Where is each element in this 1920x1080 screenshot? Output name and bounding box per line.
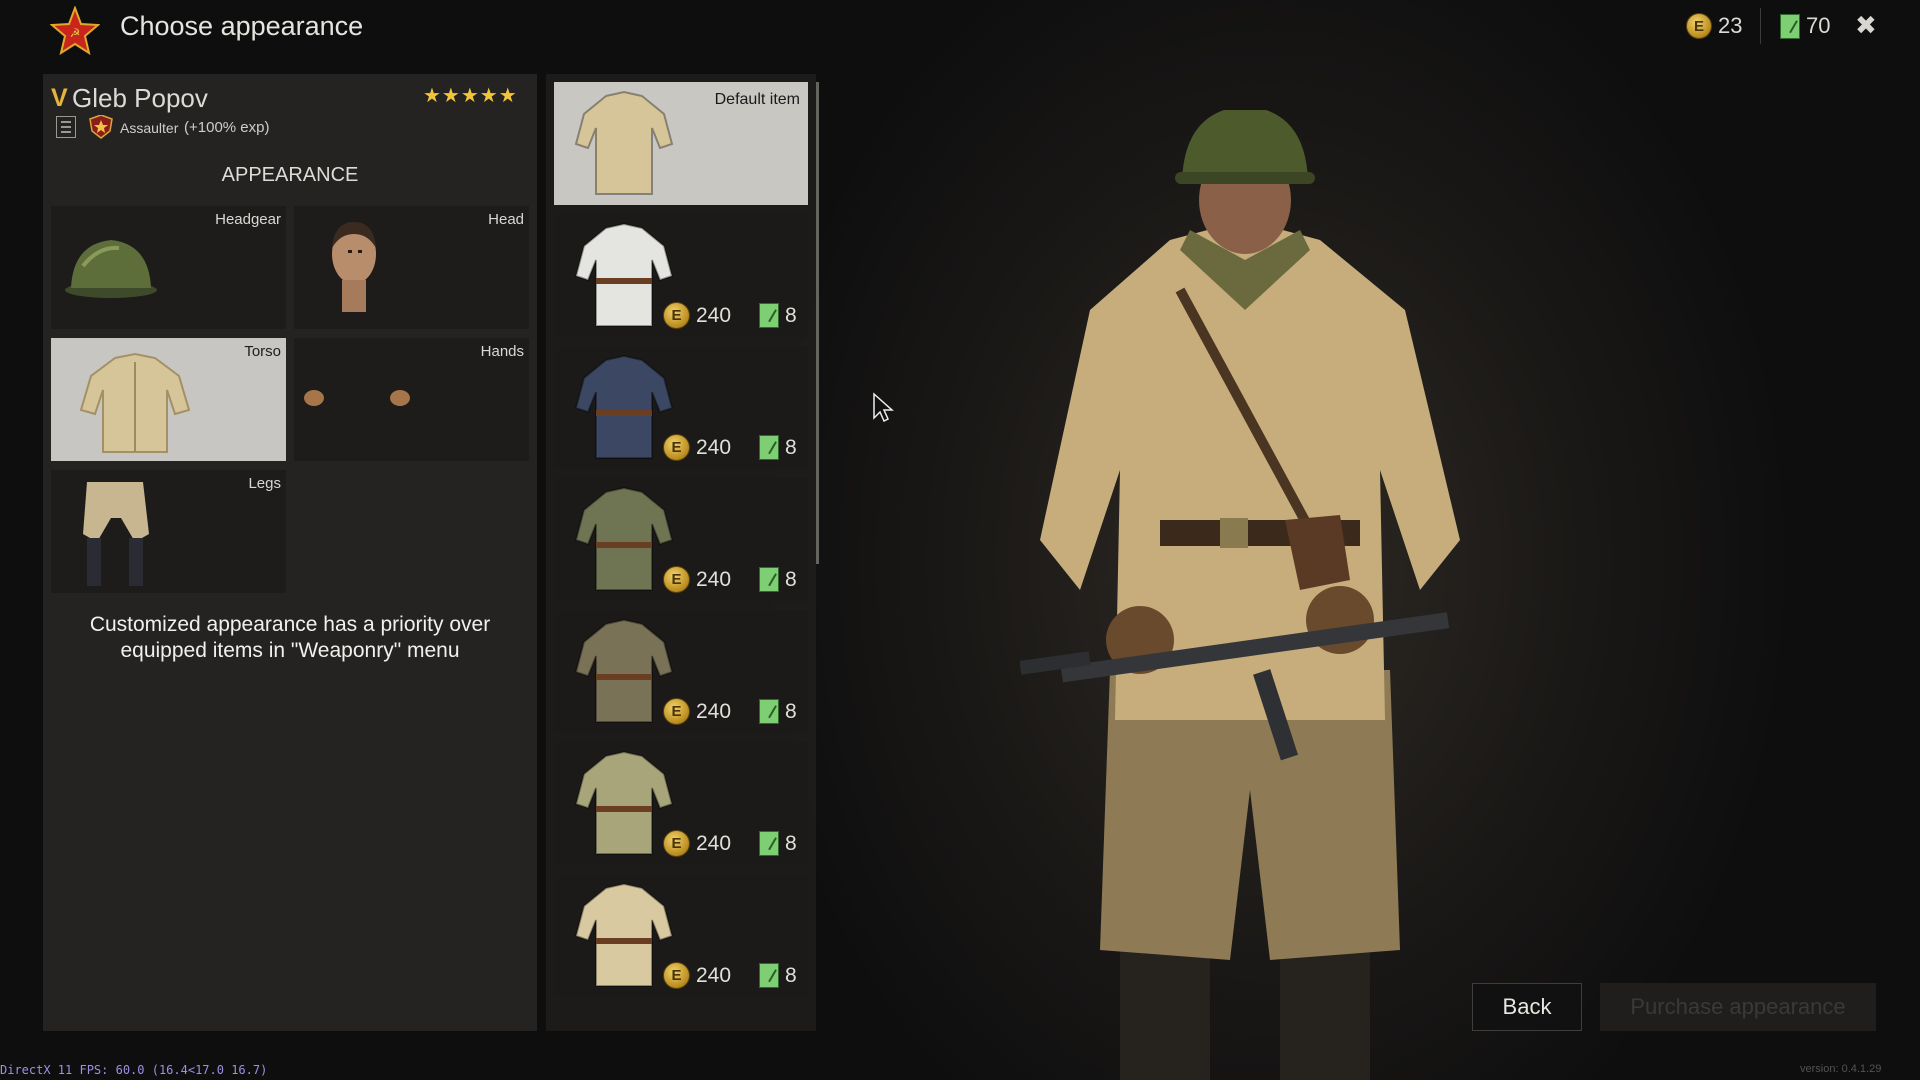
fps-counter: DirectX 11 FPS: 60.0 (16.4<17.0 16.7) bbox=[0, 1063, 268, 1077]
soldier-model[interactable] bbox=[1020, 110, 1480, 1080]
card-price: 8 bbox=[759, 963, 797, 988]
appearance-item[interactable]: E 240 8 bbox=[554, 610, 808, 733]
torso-jacket-icon bbox=[79, 352, 191, 453]
coin-price-value: 240 bbox=[696, 435, 732, 459]
appearance-item[interactable]: E 240 8 bbox=[554, 346, 808, 469]
soldier-name: Gleb Popov bbox=[72, 83, 208, 113]
coin-balance-value: 23 bbox=[1718, 13, 1743, 38]
slot-head[interactable]: Head bbox=[294, 206, 529, 329]
torso-item-icon bbox=[574, 222, 674, 327]
hands-icon bbox=[304, 390, 410, 406]
coin-price: E 240 bbox=[663, 566, 731, 593]
page-title: Choose appearance bbox=[120, 11, 364, 41]
class-label: Assaulter bbox=[120, 120, 179, 136]
slot-hands[interactable]: Hands bbox=[294, 338, 529, 461]
slot-label: Torso bbox=[244, 343, 281, 360]
appearance-item[interactable]: E 240 8 bbox=[554, 742, 808, 865]
coin-icon: E bbox=[663, 830, 690, 857]
head-icon bbox=[332, 222, 376, 312]
legs-icon bbox=[83, 482, 149, 586]
appearance-item[interactable]: Default item bbox=[554, 82, 808, 205]
version-label: version: 0.4.1.29 bbox=[1800, 1063, 1882, 1075]
torso-item-icon bbox=[574, 90, 674, 195]
purchase-appearance-button[interactable]: Purchase appearance bbox=[1600, 983, 1876, 1031]
coin-icon: E bbox=[663, 434, 690, 461]
slot-label: Hands bbox=[480, 343, 524, 360]
slot-label: Head bbox=[488, 211, 524, 228]
card-balance-value: 70 bbox=[1806, 13, 1831, 38]
card-price: 8 bbox=[759, 303, 797, 328]
slot-legs[interactable]: Legs bbox=[51, 470, 286, 593]
slot-headgear[interactable]: Headgear bbox=[51, 206, 286, 329]
list-icon[interactable] bbox=[56, 116, 76, 138]
card-icon bbox=[759, 831, 779, 856]
exp-bonus-label: (+100% exp) bbox=[184, 119, 270, 136]
slot-label: Headgear bbox=[215, 211, 281, 228]
coin-price-value: 240 bbox=[696, 831, 732, 855]
coin-price-value: 240 bbox=[696, 303, 732, 327]
torso-item-icon bbox=[574, 354, 674, 459]
card-price: 8 bbox=[759, 567, 797, 592]
coin-price-value: 240 bbox=[696, 963, 732, 987]
torso-item-icon bbox=[574, 882, 674, 987]
card-icon bbox=[759, 435, 779, 460]
coin-price: E 240 bbox=[663, 830, 731, 857]
coin-icon: E bbox=[663, 698, 690, 725]
card-icon bbox=[1780, 13, 1800, 39]
mouse-cursor bbox=[873, 392, 894, 422]
soviet-star-icon: ☭ bbox=[50, 6, 100, 56]
coin-price-value: 240 bbox=[696, 567, 732, 591]
card-price-value: 8 bbox=[785, 831, 797, 855]
slot-label: Legs bbox=[248, 475, 281, 492]
coin-icon: E bbox=[1686, 13, 1712, 39]
card-icon bbox=[759, 303, 779, 328]
card-price-value: 8 bbox=[785, 963, 797, 987]
card-icon bbox=[759, 963, 779, 988]
appearance-item[interactable]: E 240 8 bbox=[554, 874, 808, 997]
star-rating: ★★★★★ bbox=[423, 85, 518, 107]
coin-balance: E 23 bbox=[1686, 12, 1742, 40]
svg-text:☭: ☭ bbox=[70, 26, 81, 40]
appearance-heading: APPEARANCE bbox=[221, 164, 359, 186]
priority-note: Customized appearance has a priority ove… bbox=[89, 613, 491, 662]
card-price-value: 8 bbox=[785, 303, 797, 327]
card-icon bbox=[759, 699, 779, 724]
item-list-scrollbar[interactable] bbox=[816, 82, 819, 564]
torso-item-icon bbox=[574, 750, 674, 855]
card-price-value: 8 bbox=[785, 567, 797, 591]
default-item-label: Default item bbox=[714, 91, 800, 108]
coin-price: E 240 bbox=[663, 302, 731, 329]
appearance-item[interactable]: E 240 8 bbox=[554, 214, 808, 337]
back-button[interactable]: Back bbox=[1472, 983, 1582, 1031]
slot-torso[interactable]: Torso bbox=[51, 338, 286, 461]
coin-price: E 240 bbox=[663, 962, 731, 989]
coin-icon: E bbox=[663, 962, 690, 989]
helmet-icon bbox=[65, 240, 157, 298]
coin-icon: E bbox=[663, 302, 690, 329]
card-price: 8 bbox=[759, 699, 797, 724]
rank-label: V bbox=[51, 84, 68, 112]
coin-icon: E bbox=[663, 566, 690, 593]
close-icon[interactable]: ✖ bbox=[1855, 10, 1877, 41]
torso-item-icon bbox=[574, 486, 674, 591]
card-price: 8 bbox=[759, 831, 797, 856]
coin-price: E 240 bbox=[663, 434, 731, 461]
coin-price-value: 240 bbox=[696, 699, 732, 723]
card-price-value: 8 bbox=[785, 435, 797, 459]
card-price: 8 bbox=[759, 435, 797, 460]
assaulter-badge-icon bbox=[89, 115, 113, 139]
coin-price: E 240 bbox=[663, 698, 731, 725]
header-divider bbox=[1760, 8, 1761, 44]
appearance-item[interactable]: E 240 8 bbox=[554, 478, 808, 601]
torso-item-icon bbox=[574, 618, 674, 723]
card-balance: 70 bbox=[1780, 12, 1830, 40]
card-icon bbox=[759, 567, 779, 592]
card-price-value: 8 bbox=[785, 699, 797, 723]
